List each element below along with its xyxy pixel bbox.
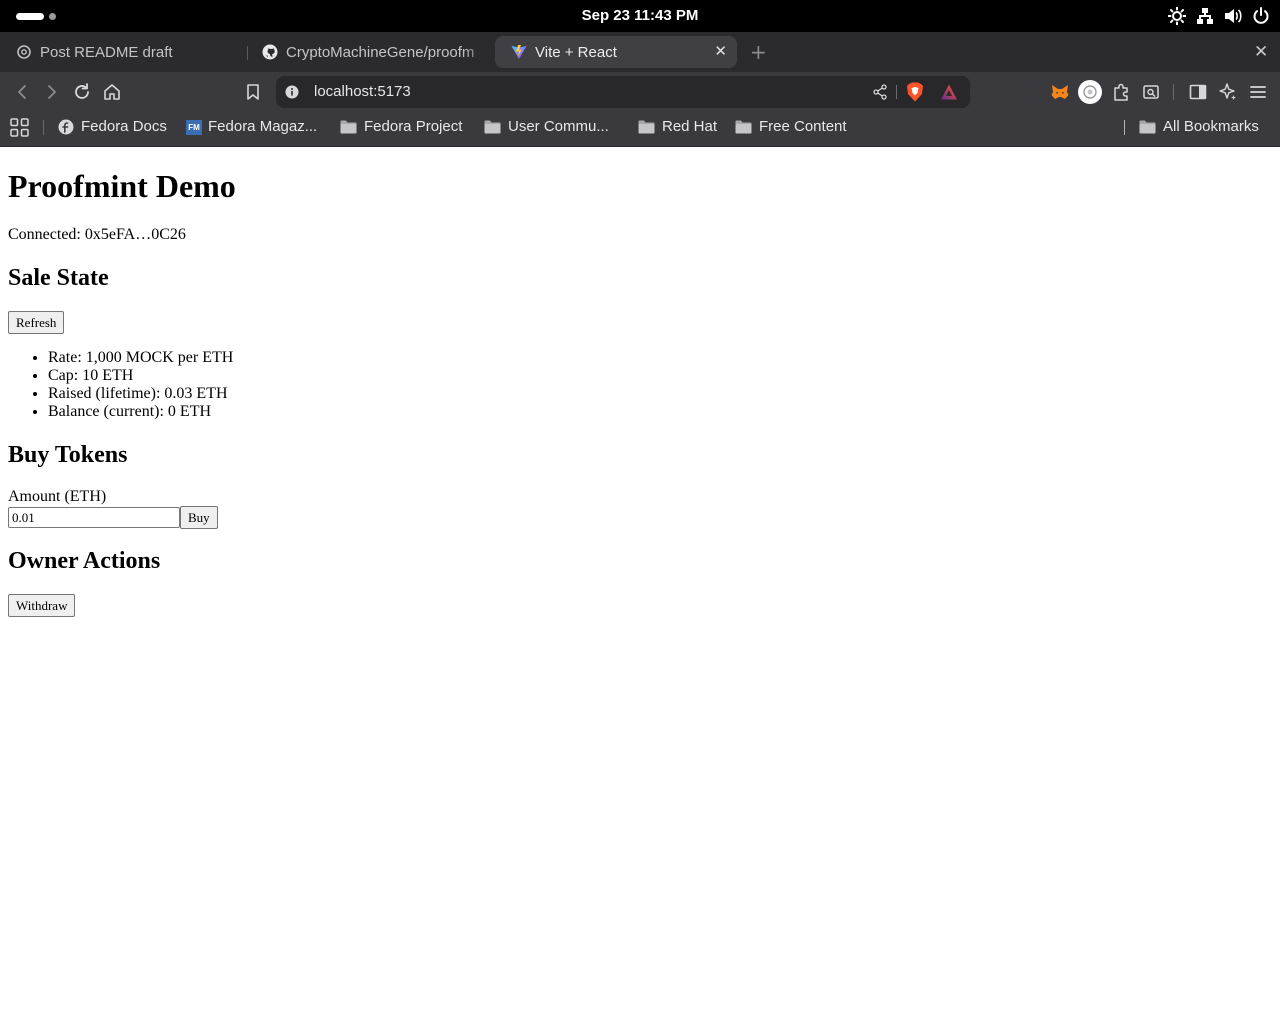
sale-state-heading: Sale State: [8, 265, 109, 291]
bookmark-folder-user-community[interactable]: User Commu...: [484, 112, 609, 142]
brave-rewards-icon[interactable]: [940, 83, 958, 101]
leo-ai-icon[interactable]: [1218, 82, 1238, 102]
bookmark-label: Free Content: [759, 118, 847, 135]
tab-title: CryptoMachineGene/proofm: [286, 43, 475, 61]
amount-input[interactable]: [8, 507, 180, 528]
bookmark-label: All Bookmarks: [1163, 118, 1259, 135]
metamask-icon[interactable]: [1050, 82, 1070, 102]
owner-actions-heading: Owner Actions: [8, 548, 161, 574]
rate-item: Rate: 1,000 MOCK per ETH: [48, 349, 233, 367]
apps-grid-icon[interactable]: [10, 118, 29, 137]
tab-github-repo[interactable]: CryptoMachineGene/proofm: [246, 36, 492, 68]
amount-label: Amount (ETH): [8, 488, 107, 505]
new-tab-button[interactable]: +: [750, 42, 767, 62]
reload-icon[interactable]: [72, 82, 92, 102]
bookmark-label: Fedora Docs: [81, 118, 167, 135]
vite-icon: [511, 45, 527, 59]
share-icon[interactable]: [872, 84, 888, 100]
bookmark-folder-free-content[interactable]: Free Content: [735, 112, 847, 142]
balance-item: Balance (current): 0 ETH: [48, 403, 233, 421]
volume-icon[interactable]: [1224, 7, 1242, 25]
avatar-icon: [1083, 85, 1097, 99]
tab-post-readme-draft[interactable]: Post README draft: [0, 36, 240, 68]
folder-icon: [484, 120, 501, 134]
all-bookmarks-folder[interactable]: All Bookmarks: [1139, 112, 1259, 142]
openai-icon: [17, 45, 31, 59]
reading-list-icon[interactable]: [1141, 82, 1161, 102]
bookmarks-separator: [43, 120, 44, 135]
site-info-icon[interactable]: [285, 85, 299, 99]
folder-icon: [638, 120, 655, 134]
page-content: Proofmint Demo Connected: 0x5eFA…0C26 Sa…: [0, 147, 1280, 1024]
bookmark-label: Fedora Project: [364, 118, 463, 135]
forward-icon[interactable]: [42, 82, 62, 102]
tab-strip: Post README draft CryptoMachineGene/proo…: [0, 32, 1280, 72]
github-icon: [262, 44, 278, 60]
home-icon[interactable]: [102, 82, 122, 102]
bookmark-fedora-magazine[interactable]: FM Fedora Magaz...: [186, 112, 317, 142]
system-tray[interactable]: [1168, 7, 1270, 25]
extensions-icon[interactable]: [1111, 82, 1131, 102]
raised-item: Raised (lifetime): 0.03 ETH: [48, 385, 233, 403]
system-top-bar: Sep 23 11:43 PM: [0, 0, 1280, 32]
brightness-icon[interactable]: [1168, 7, 1186, 25]
sidebar-icon[interactable]: [1188, 82, 1208, 102]
bookmarks-separator: [1124, 120, 1125, 135]
folder-icon: [735, 120, 752, 134]
tab-vite-react[interactable]: Vite + React ✕: [495, 36, 737, 68]
profile-avatar[interactable]: [1078, 80, 1102, 104]
withdraw-button[interactable]: Withdraw: [8, 594, 76, 617]
bookmark-folder-fedora-project[interactable]: Fedora Project: [340, 112, 462, 142]
sale-state-list: Rate: 1,000 MOCK per ETH Cap: 10 ETH Rai…: [8, 349, 233, 421]
connected-address: Connected: 0x5eFA…0C26: [8, 226, 186, 243]
folder-icon: [340, 120, 357, 134]
toolbar-separator: [1173, 84, 1174, 100]
tab-close-button[interactable]: ✕: [714, 42, 727, 60]
tab-title: Vite + React: [535, 43, 617, 61]
bookmark-fedora-docs[interactable]: Fedora Docs: [58, 112, 167, 142]
network-icon[interactable]: [1196, 7, 1214, 25]
buy-tokens-heading: Buy Tokens: [8, 442, 128, 468]
address-bar[interactable]: localhost:5173: [276, 76, 970, 108]
tab-title-fade: [462, 36, 492, 68]
buy-button[interactable]: Buy: [180, 506, 218, 529]
refresh-button[interactable]: Refresh: [8, 311, 65, 334]
tab-title: Post README draft: [40, 43, 173, 61]
url-text[interactable]: localhost:5173: [314, 76, 411, 108]
power-icon[interactable]: [1252, 7, 1270, 25]
brave-shields-icon[interactable]: [906, 82, 924, 102]
system-clock[interactable]: Sep 23 11:43 PM: [0, 0, 1280, 32]
bookmark-label: Red Hat: [662, 118, 718, 135]
page-title: Proofmint Demo: [8, 168, 236, 204]
cap-item: Cap: 10 ETH: [48, 367, 233, 385]
url-separator: [896, 85, 897, 99]
bookmarks-bar: Fedora Docs FM Fedora Magaz... Fedora Pr…: [0, 112, 1280, 147]
browser-toolbar: localhost:5173: [0, 72, 1280, 112]
fm-icon: FM: [186, 119, 202, 135]
back-icon[interactable]: [12, 82, 32, 102]
folder-icon: [1139, 120, 1156, 134]
bookmark-folder-red-hat[interactable]: Red Hat: [638, 112, 717, 142]
fedora-icon: [58, 119, 74, 135]
bookmark-icon[interactable]: [243, 82, 263, 102]
bookmark-label: Fedora Magaz...: [208, 118, 318, 135]
menu-icon[interactable]: [1248, 82, 1268, 102]
window-close-button[interactable]: ✕: [1254, 42, 1268, 62]
bookmark-label: User Commu...: [508, 118, 609, 135]
